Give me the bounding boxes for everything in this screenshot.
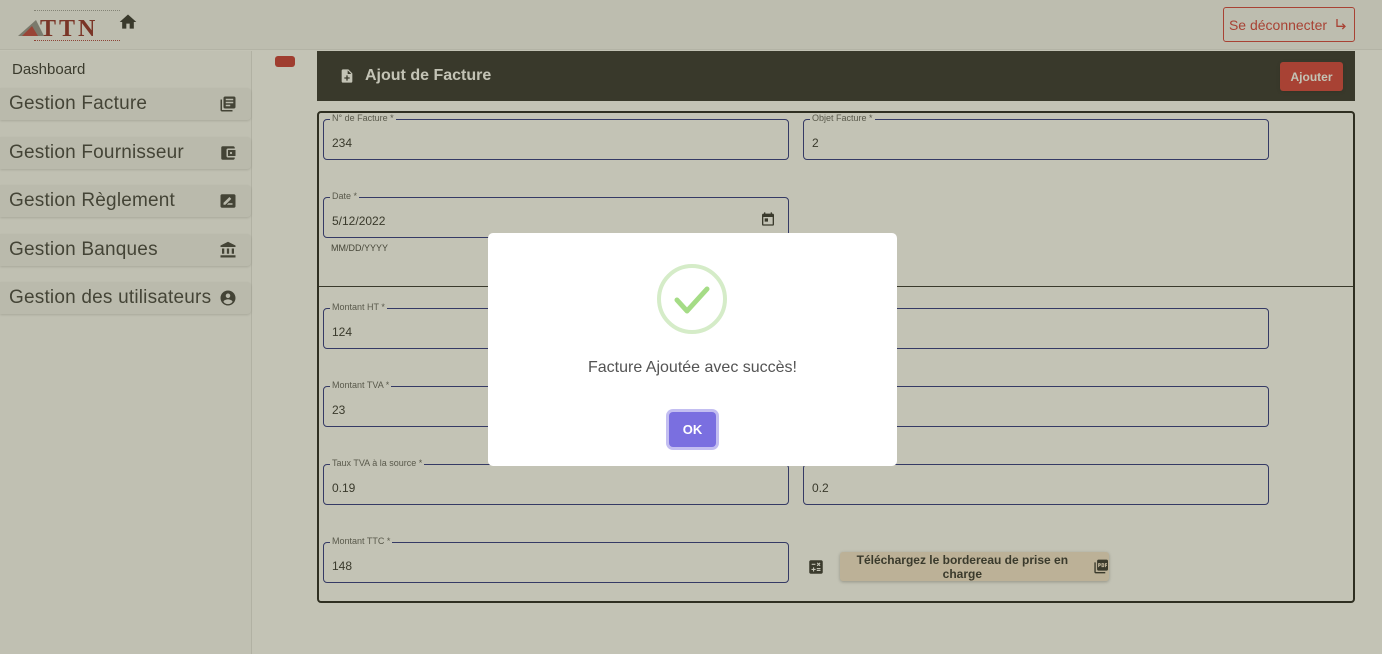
- dialog-message: Facture Ajoutée avec succès!: [588, 359, 797, 376]
- success-check-icon: [657, 264, 727, 334]
- ok-button[interactable]: OK: [669, 412, 716, 447]
- success-dialog: Facture Ajoutée avec succès! OK: [488, 233, 897, 466]
